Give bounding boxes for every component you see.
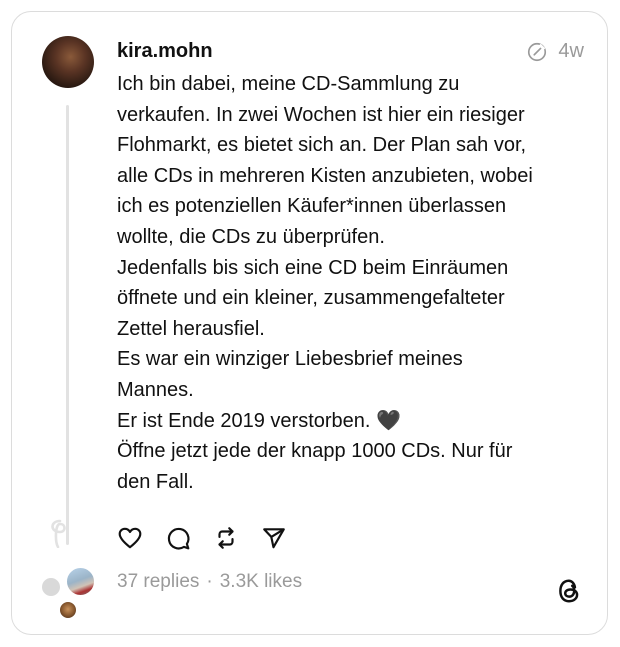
- post-text-line: Ich bin dabei, meine CD-Sammlung zu: [117, 73, 460, 95]
- post-text-line: wollte, die CDs zu überprüfen.: [117, 225, 385, 248]
- timestamp: 4w: [558, 40, 584, 62]
- edit-circle-icon: [528, 42, 547, 61]
- threads-logo-icon[interactable]: [556, 577, 582, 605]
- post-text-line: Zettel herausfiel.: [117, 317, 265, 340]
- post-text-line: Jedenfalls bis sich eine CD beim Einräum…: [117, 256, 509, 279]
- reply-avatars[interactable]: [40, 566, 100, 622]
- like-button[interactable]: [117, 525, 143, 551]
- reply-avatar: [40, 576, 62, 598]
- post-text-line: ich es potenziellen Käufer*innen überlas…: [117, 195, 507, 218]
- stats-separator: ·: [206, 571, 213, 592]
- post-text-line: Er ist Ende 2019 verstorben. 🖤: [117, 409, 401, 432]
- action-bar: [117, 525, 287, 551]
- post-text-line: Flohmarkt, es bietet sich an. Der Plan s…: [117, 134, 527, 157]
- reply-avatar: [65, 566, 96, 597]
- replies-count[interactable]: 37 replies: [117, 571, 199, 593]
- repost-icon: [218, 527, 234, 549]
- share-button[interactable]: [261, 525, 287, 551]
- send-icon: [263, 528, 285, 549]
- post-stats[interactable]: 37 replies · 3.3K likes: [117, 571, 302, 593]
- reply-avatar: [58, 600, 78, 620]
- post-text-line: Es war ein winziger Liebesbrief meines: [117, 348, 463, 371]
- post-text-line: den Fall.: [117, 470, 194, 493]
- post-text-line: verkaufen. In zwei Wochen ist hier ein r…: [117, 103, 525, 126]
- post-text-line: öffnete und ein kleiner, zusammengefalte…: [117, 287, 505, 310]
- likes-count[interactable]: 3.3K likes: [220, 571, 302, 593]
- post-text-line: Mannes.: [117, 378, 194, 401]
- avatar[interactable]: [42, 36, 94, 88]
- thread-loop-icon: [51, 519, 66, 548]
- post-meta: 4w: [526, 40, 584, 63]
- post-text: Ich bin dabei, meine CD-Sammlung zu verka…: [117, 69, 587, 497]
- reply-button[interactable]: [165, 525, 191, 551]
- heart-icon: [118, 527, 142, 549]
- username[interactable]: kira.mohn: [117, 40, 213, 63]
- thread-line: [66, 105, 69, 545]
- repost-button[interactable]: [213, 525, 239, 551]
- post-text-line: alle CDs in mehreren Kisten anzubieten, …: [117, 164, 533, 187]
- comment-icon: [167, 527, 190, 550]
- post-text-line: Öffne jetzt jede der knapp 1000 CDs. Nur…: [117, 440, 513, 463]
